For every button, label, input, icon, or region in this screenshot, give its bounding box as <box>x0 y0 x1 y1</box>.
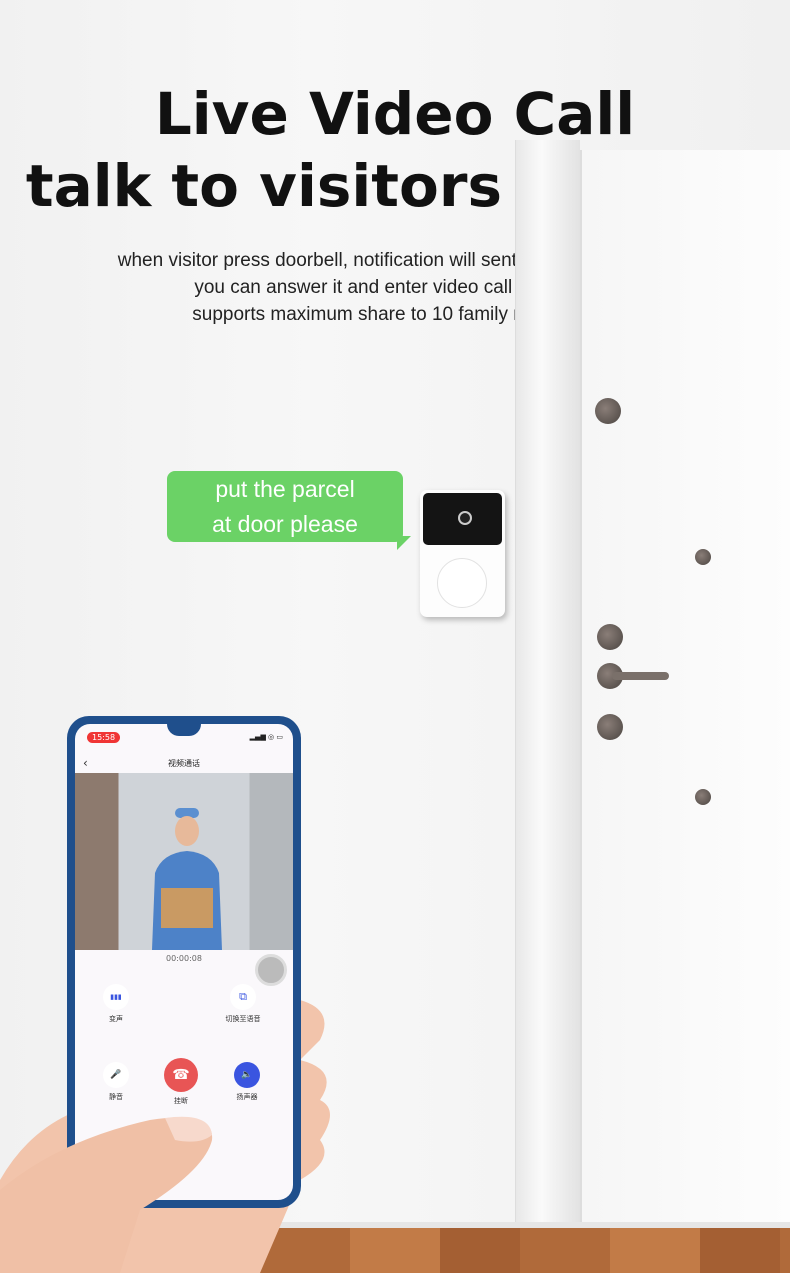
doorbell-button <box>437 558 487 608</box>
floating-assist-button[interactable] <box>255 954 287 986</box>
door-peephole <box>695 549 711 565</box>
bubble-line: at door please <box>212 511 358 537</box>
hangup-icon: ☎ <box>164 1058 198 1092</box>
door-lock <box>597 714 623 740</box>
page-title: 视频通话 <box>168 759 200 768</box>
door-lock <box>595 398 621 424</box>
visitor-image <box>152 808 222 950</box>
doorbell-device <box>420 490 505 617</box>
control-label: 变声 <box>109 1015 123 1023</box>
speech-bubble: put the parcel at door please <box>167 471 411 550</box>
status-time: 15:58 <box>87 732 121 743</box>
mute-button[interactable]: 🎤 静音 <box>86 1062 146 1102</box>
door-lock <box>597 624 623 650</box>
door-stopper <box>695 789 711 805</box>
camera-lens-icon <box>458 511 472 525</box>
speaker-button[interactable]: 🔈 扬声器 <box>217 1062 277 1102</box>
headline-line1: Live Video Call <box>154 80 636 148</box>
control-label: 切换至语音 <box>225 1015 261 1023</box>
speaker-icon: 🔈 <box>234 1062 260 1088</box>
video-feed <box>75 773 293 950</box>
door-handle <box>612 672 669 680</box>
thumb <box>0 1116 213 1273</box>
door-frame <box>515 140 580 1240</box>
doorbell-camera-panel <box>423 493 502 545</box>
bubble-line: put the parcel <box>215 476 355 502</box>
hangup-button[interactable]: ☎ 挂断 <box>151 1058 211 1106</box>
voice-change-icon: ▮▮▮ <box>103 984 129 1010</box>
voice-change-button[interactable]: ▮▮▮ 变声 <box>86 984 146 1024</box>
camera-notch <box>167 724 201 736</box>
door <box>580 150 790 1240</box>
switch-to-voice-button[interactable]: ⧉ 切换至语音 <box>213 984 273 1024</box>
switch-voice-icon: ⧉ <box>230 984 256 1010</box>
mute-icon: 🎤 <box>103 1062 129 1088</box>
status-icons: ▂▄▆ ◎ ▭ <box>249 733 283 741</box>
